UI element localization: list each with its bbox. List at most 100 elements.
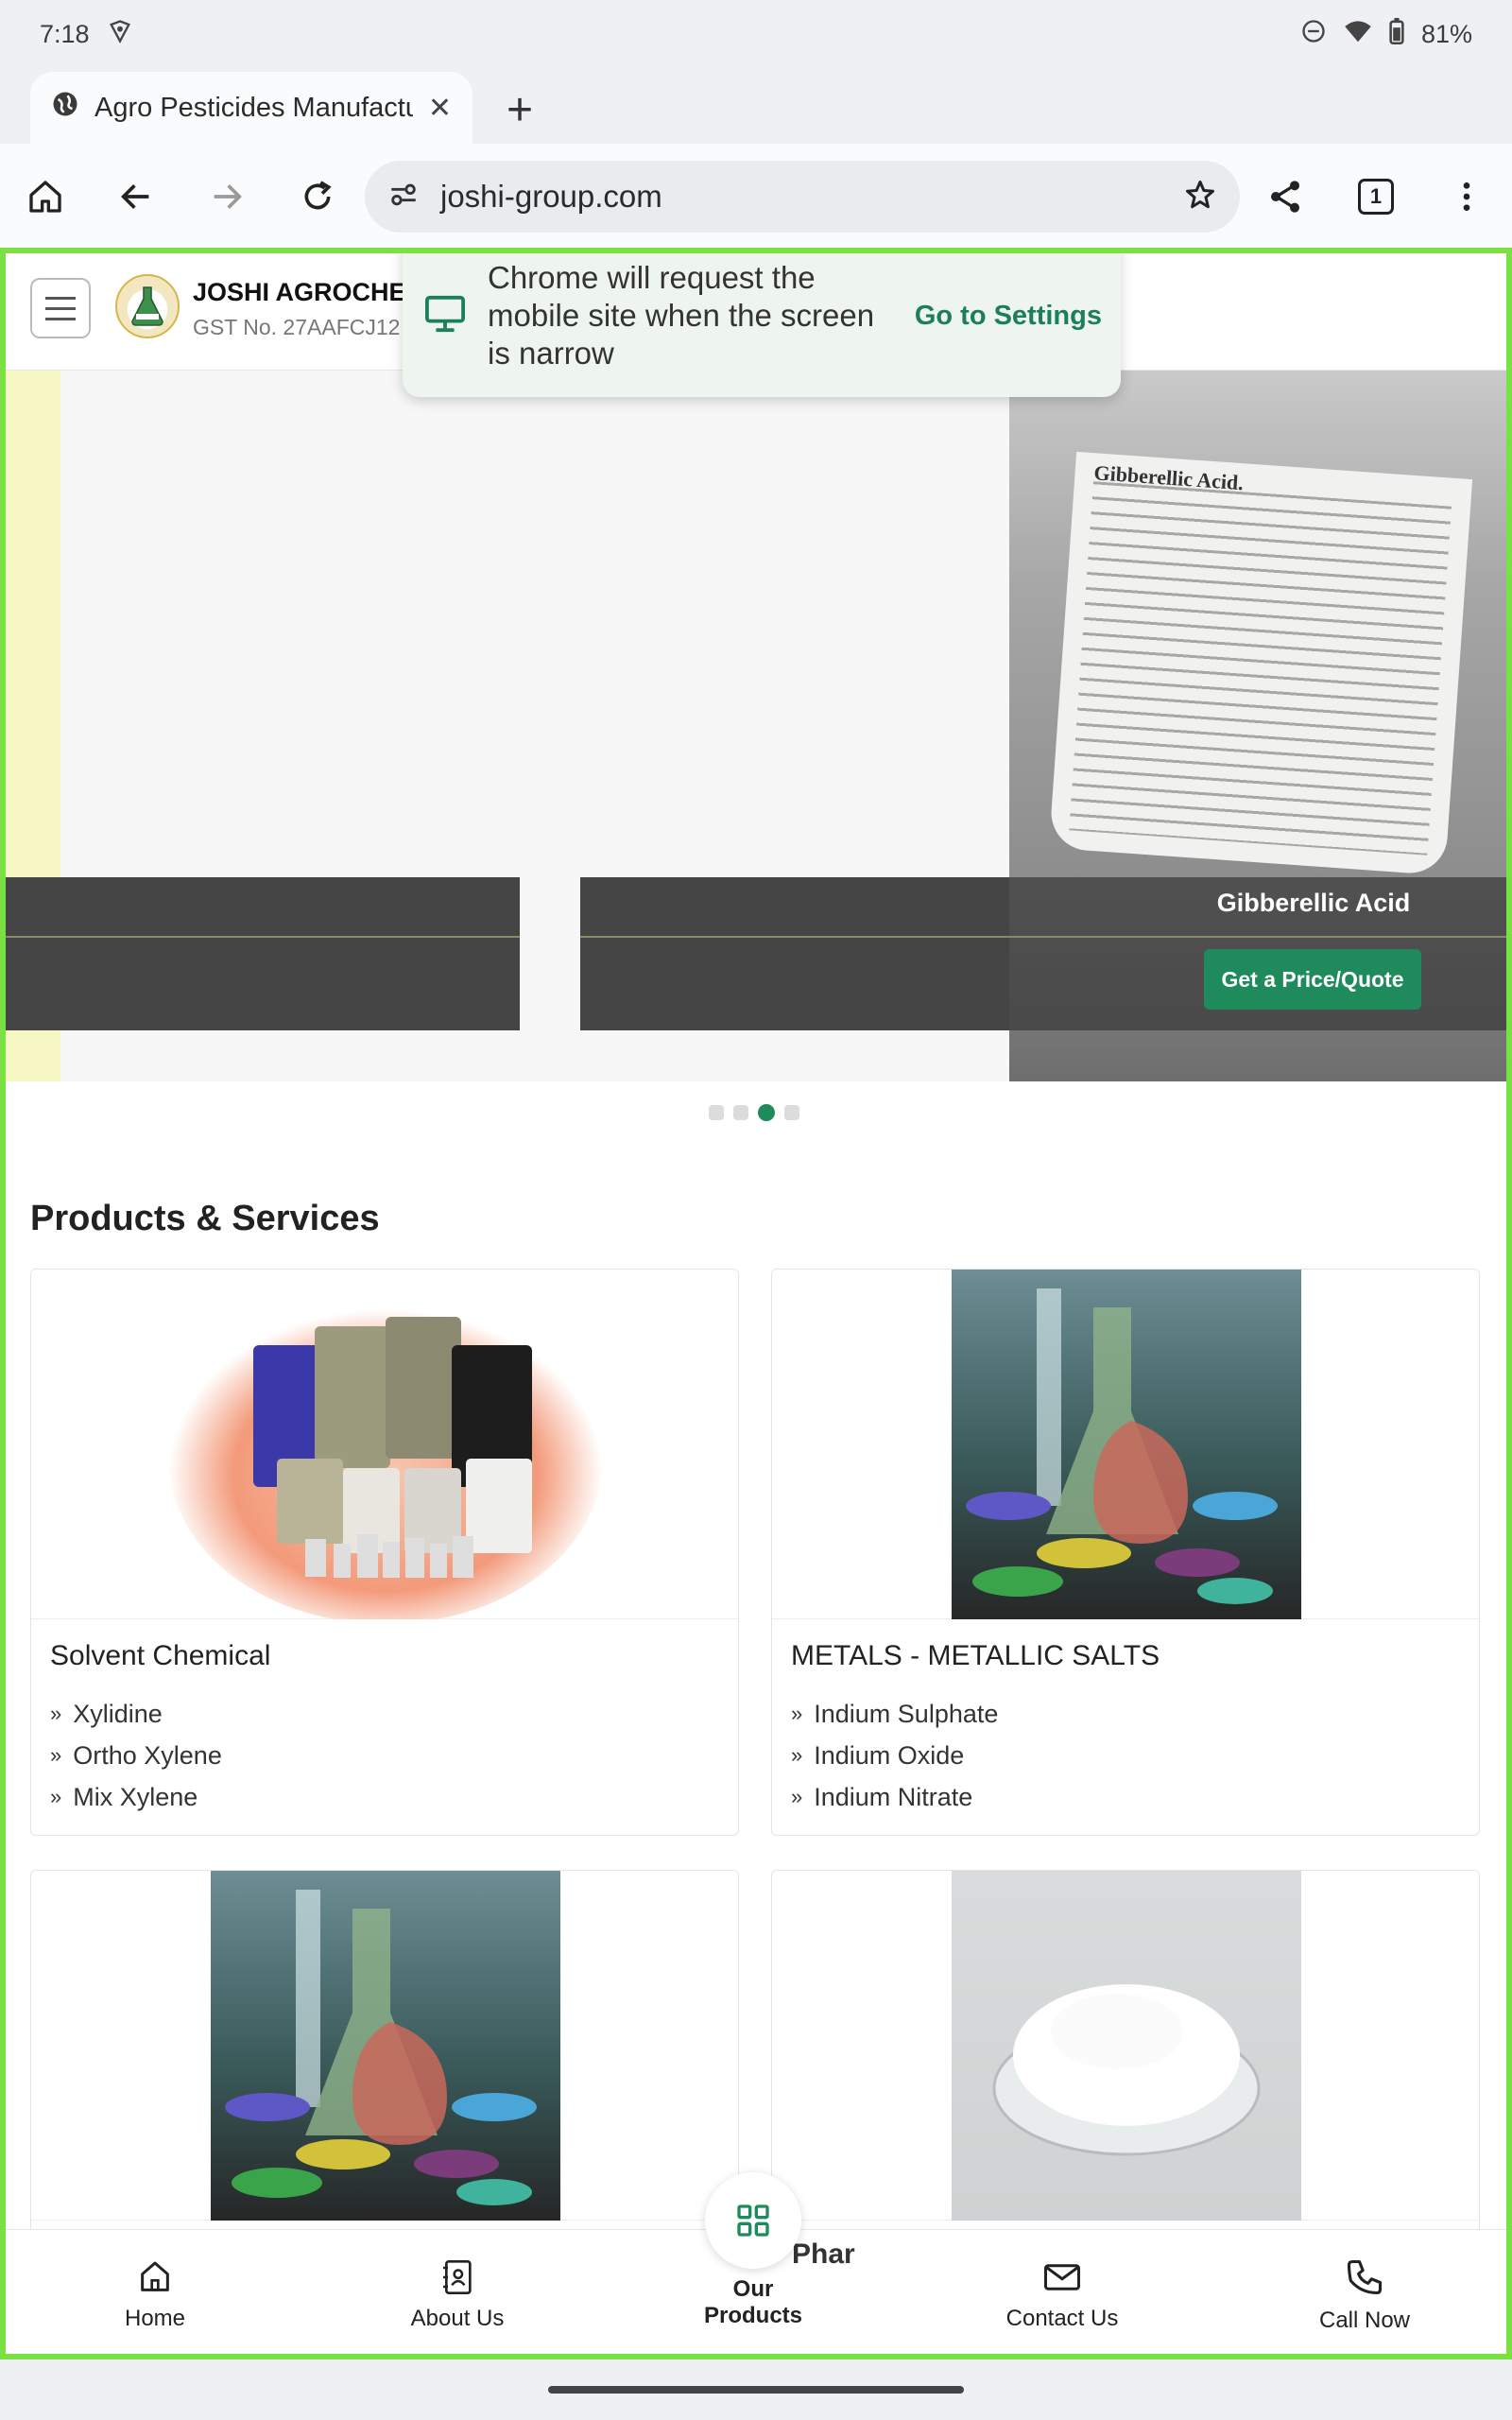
product-image[interactable]	[31, 1270, 738, 1624]
carousel-indicators	[709, 1104, 799, 1121]
label-text-lines	[1069, 481, 1452, 856]
list-item[interactable]: » Indium Sulphate	[791, 1693, 998, 1735]
double-chevron-icon: »	[791, 1785, 803, 1808]
card-title-peek: Phar	[792, 2238, 855, 2270]
our-products-label[interactable]: Our Products	[667, 2276, 839, 2329]
new-tab-button[interactable]: +	[491, 81, 548, 138]
product-card[interactable]	[771, 1870, 1480, 2267]
url-text[interactable]: joshi-group.com	[440, 179, 1162, 215]
get-price-quote-button[interactable]: Get a Price/Quote	[1204, 949, 1421, 1010]
list-item[interactable]: » Ortho Xylene	[50, 1735, 222, 1776]
gesture-navigation-bar[interactable]	[548, 2386, 964, 2394]
item-label: Indium Nitrate	[814, 1782, 973, 1811]
status-left: 7:18	[40, 18, 133, 51]
lab-glassware-photo	[952, 1270, 1301, 1619]
carousel-dot-active[interactable]	[758, 1104, 775, 1121]
list-item[interactable]: » Mix Xylene	[50, 1776, 222, 1818]
back-icon[interactable]	[108, 168, 164, 225]
browser-toolbar: joshi-group.com 1	[0, 144, 1512, 248]
list-item[interactable]: » Xylidine	[50, 1693, 222, 1735]
card-item-list: » Xylidine » Ortho Xylene » Mix Xylene	[50, 1693, 222, 1818]
page-viewport: JOSHI AGROCHE GST No. 27AAFCJ12 Chrome w…	[0, 248, 1512, 2360]
tab-strip: Agro Pesticides Manufactur ✕ +	[0, 68, 1512, 144]
panel-divider	[1009, 936, 1506, 938]
product-image[interactable]	[772, 1270, 1479, 1619]
double-chevron-icon: »	[50, 1702, 62, 1725]
status-right: 81%	[1300, 17, 1472, 51]
carousel-dot[interactable]	[709, 1105, 724, 1120]
panel-divider	[6, 936, 520, 938]
phone-icon	[1347, 2259, 1383, 2295]
carousel-dot[interactable]	[784, 1105, 799, 1120]
battery-icon	[1389, 17, 1404, 51]
nav-contact-us[interactable]: Contact Us	[968, 2230, 1157, 2354]
product-card-metals[interactable]: METALS - METALLIC SALTS » Indium Sulphate…	[771, 1269, 1480, 1836]
wifi-icon	[1344, 19, 1372, 50]
product-label: Gibberellic Acid.	[1048, 451, 1473, 876]
hamburger-line	[45, 306, 76, 310]
our-products-line1: Our	[732, 2276, 774, 2302]
go-to-settings-link[interactable]: Go to Settings	[915, 301, 1102, 332]
popup-message: Chrome will request the mobile site when…	[488, 260, 875, 371]
nav-label: Home	[124, 2306, 186, 2331]
item-label: Indium Oxide	[814, 1740, 965, 1770]
brand-name: JOSHI AGROCHE	[193, 278, 406, 306]
card-item-list: » Indium Sulphate » Indium Oxide » Indium N…	[791, 1693, 998, 1818]
home-icon[interactable]	[17, 168, 74, 225]
forward-icon[interactable]	[198, 168, 255, 225]
brand-block: JOSHI AGROCHE GST No. 27AAFCJ12	[193, 278, 410, 340]
product-image[interactable]	[31, 1871, 738, 2221]
site-settings-icon[interactable]	[387, 179, 420, 216]
item-label: Xylidine	[73, 1699, 163, 1728]
tab-switcher-button[interactable]: 1	[1348, 168, 1404, 225]
item-label: Indium Sulphate	[814, 1699, 999, 1728]
globe-icon	[51, 90, 79, 126]
close-tab-icon[interactable]: ✕	[428, 92, 452, 125]
lab-illustration	[225, 1890, 537, 2205]
gst-number: GST No. 27AAFCJ12	[193, 315, 401, 339]
tab-title: Agro Pesticides Manufactur	[94, 92, 413, 123]
reload-icon[interactable]	[289, 168, 346, 225]
house-icon	[141, 2261, 169, 2291]
hero-carousel[interactable]: Gibberellic Acid. Gibberellic Acid Get a…	[6, 371, 1506, 1081]
nav-about-us[interactable]: About Us	[363, 2230, 552, 2354]
tab-count: 1	[1358, 179, 1394, 215]
status-time: 7:18	[40, 19, 90, 48]
product-card[interactable]	[30, 1870, 739, 2267]
double-chevron-icon: »	[791, 1702, 803, 1725]
card-title[interactable]: Solvent Chemical	[50, 1640, 270, 1672]
nav-home[interactable]: Home	[60, 2230, 249, 2354]
item-label: Mix Xylene	[73, 1782, 198, 1811]
double-chevron-icon: »	[50, 1785, 62, 1808]
share-icon[interactable]	[1257, 168, 1314, 225]
envelope-icon	[1044, 2264, 1080, 2290]
lab-glassware-photo	[211, 1871, 560, 2221]
carousel-dot[interactable]	[733, 1105, 748, 1120]
nav-label: Contact Us	[1005, 2306, 1119, 2331]
our-products-fab[interactable]	[705, 2172, 801, 2269]
address-bar[interactable]: joshi-group.com	[365, 161, 1240, 233]
list-item[interactable]: » Indium Oxide	[791, 1735, 998, 1776]
company-logo[interactable]	[115, 274, 180, 338]
hamburger-menu-button[interactable]	[30, 278, 91, 338]
lab-illustration	[966, 1288, 1278, 1604]
card-title[interactable]: METALS - METALLIC SALTS	[791, 1640, 1160, 1672]
nav-call-now[interactable]: Call Now	[1270, 2230, 1459, 2354]
browser-tab[interactable]: Agro Pesticides Manufactur ✕	[30, 72, 472, 144]
nav-label: About Us	[410, 2306, 505, 2331]
product-card-solvent[interactable]: Solvent Chemical » Xylidine » Ortho Xylene…	[30, 1269, 739, 1836]
our-products-line2: Products	[703, 2303, 802, 2328]
dnd-icon	[1300, 18, 1327, 51]
list-item[interactable]: » Indium Nitrate	[791, 1776, 998, 1818]
status-bar: 7:18 81%	[0, 0, 1512, 68]
item-label: Ortho Xylene	[73, 1740, 222, 1770]
more-menu-icon[interactable]	[1438, 168, 1495, 225]
monitor-icon	[423, 294, 467, 338]
hamburger-line	[45, 296, 76, 300]
bookmark-star-icon[interactable]	[1183, 178, 1217, 216]
product-image[interactable]	[772, 1871, 1479, 2221]
hamburger-line	[45, 317, 76, 320]
slide-caption-panel	[580, 877, 1009, 1030]
double-chevron-icon: »	[50, 1743, 62, 1767]
battery-level: 81%	[1420, 19, 1472, 48]
